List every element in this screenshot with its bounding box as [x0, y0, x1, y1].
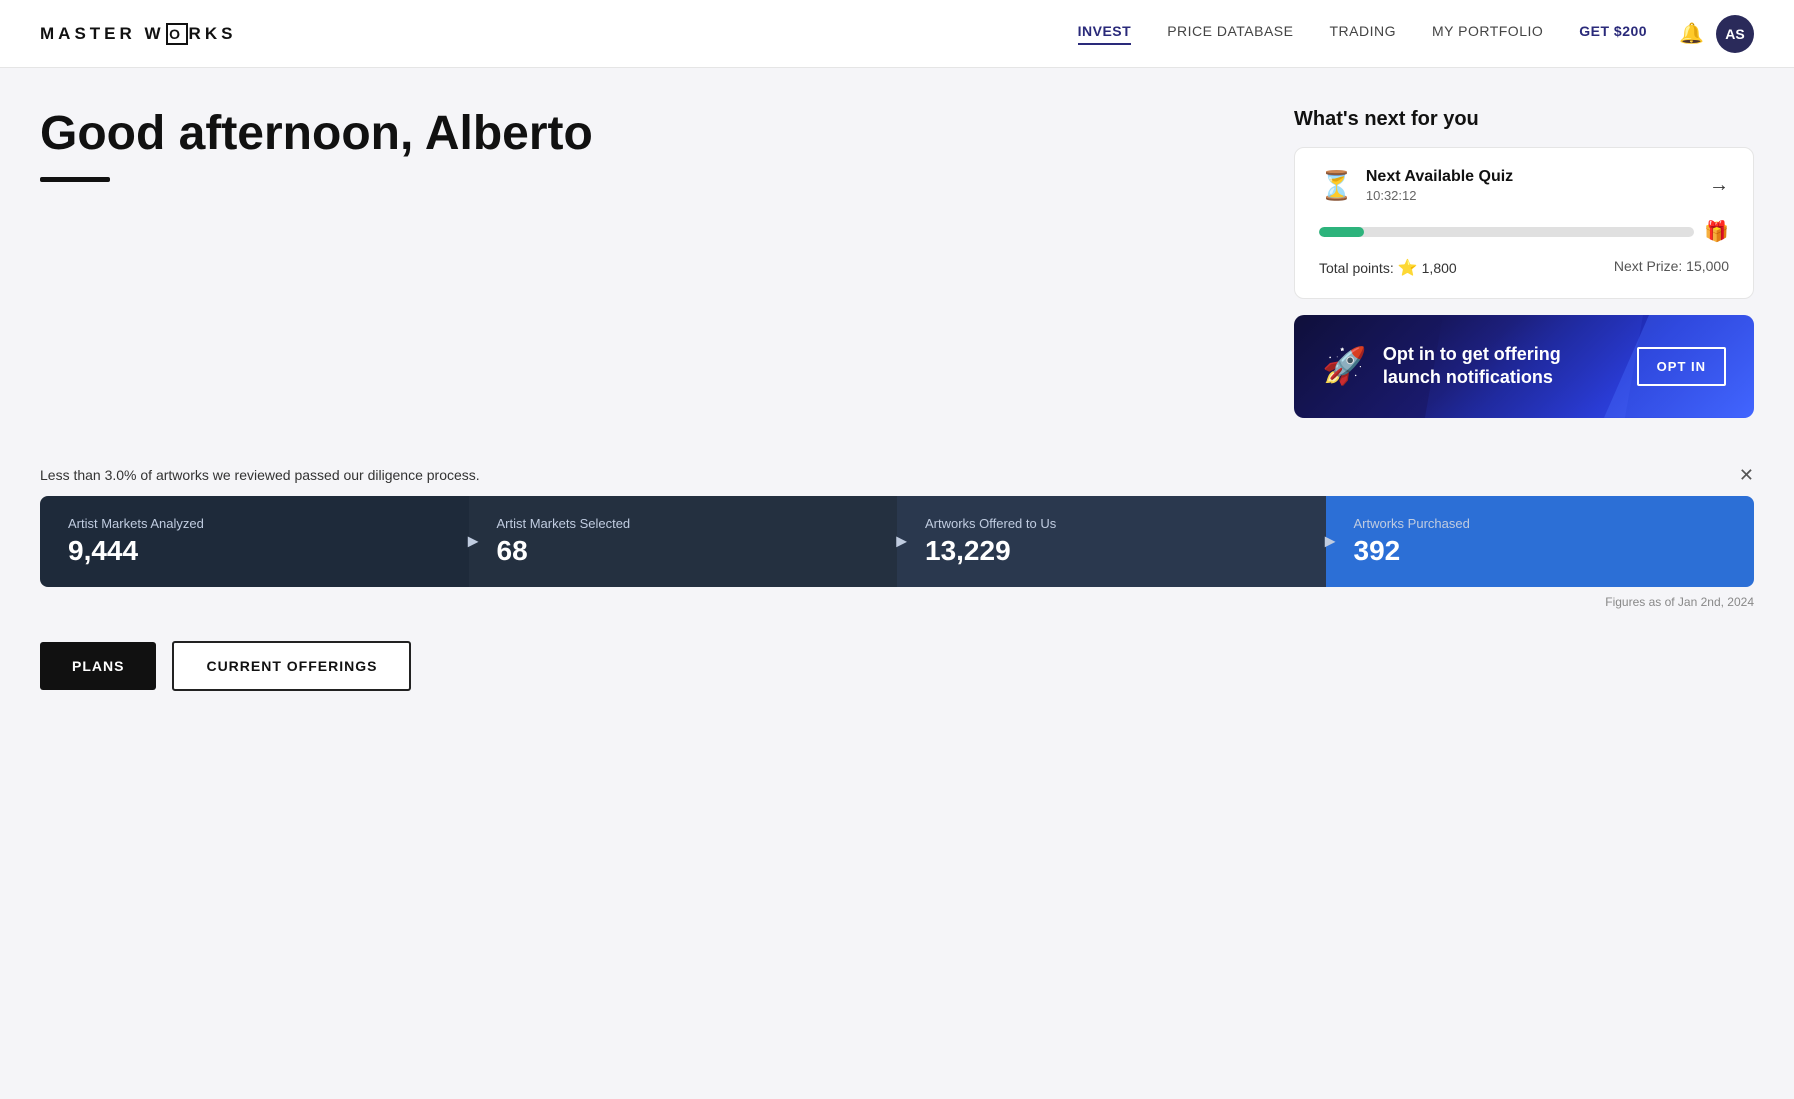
logo[interactable]: MASTER WORKS — [40, 23, 236, 45]
main-content: Good afternoon, Alberto What's next for … — [0, 68, 1794, 418]
nav-invest[interactable]: INVEST — [1078, 23, 1132, 45]
quiz-card: ⏳ Next Available Quiz 10:32:12 → 🎁 Total… — [1294, 147, 1754, 299]
stat-value-2: 13,229 — [925, 535, 1298, 567]
plans-button[interactable]: PLANS — [40, 642, 156, 690]
header-icons: 🔔 AS — [1679, 15, 1754, 53]
star-icon: ⭐ — [1398, 258, 1418, 278]
header: MASTER WORKS INVEST PRICE DATABASE TRADI… — [0, 0, 1794, 68]
stat-block-3: Artworks Purchased 392 — [1326, 496, 1755, 587]
stat-label-3: Artworks Purchased — [1354, 516, 1727, 531]
quiz-points: Total points: ⭐ 1,800 Next Prize: 15,000 — [1319, 258, 1729, 278]
stats-section: Less than 3.0% of artworks we reviewed p… — [0, 466, 1794, 587]
total-points-value: 1,800 — [1422, 260, 1457, 276]
stats-grid: Artist Markets Analyzed 9,444 ▶ Artist M… — [40, 496, 1754, 587]
opt-in-button[interactable]: OPT IN — [1637, 347, 1726, 386]
gift-icon: 🎁 — [1704, 219, 1729, 244]
stat-block-1: Artist Markets Selected 68 ▶ — [469, 496, 898, 587]
quiz-details: Next Available Quiz 10:32:12 — [1366, 168, 1513, 203]
nav-get200[interactable]: GET $200 — [1579, 23, 1647, 45]
stats-banner-text: Less than 3.0% of artworks we reviewed p… — [40, 467, 480, 483]
stat-block-0: Artist Markets Analyzed 9,444 ▶ — [40, 496, 469, 587]
nav: INVEST PRICE DATABASE TRADING MY PORTFOL… — [1078, 23, 1647, 45]
opt-in-message: Opt in to get offering launch notificati… — [1383, 343, 1621, 390]
nav-trading[interactable]: TRADING — [1329, 23, 1396, 45]
quiz-info: ⏳ Next Available Quiz 10:32:12 — [1319, 168, 1513, 203]
opt-in-card: 🚀 Opt in to get offering launch notifica… — [1294, 315, 1754, 418]
stat-arrow-2: ▶ — [1325, 533, 1336, 550]
greeting-underline — [40, 177, 110, 182]
greeting: Good afternoon, Alberto — [40, 108, 1254, 161]
current-offerings-button[interactable]: CURRENT OFFERINGS — [172, 641, 411, 691]
stat-value-3: 392 — [1354, 535, 1727, 567]
points-left: Total points: ⭐ 1,800 — [1319, 258, 1457, 278]
quiz-title: Next Available Quiz — [1366, 168, 1513, 186]
stats-close-button[interactable]: ✕ — [1739, 466, 1754, 484]
logo-box: O — [166, 23, 188, 45]
right-panel: What's next for you ⏳ Next Available Qui… — [1294, 108, 1754, 418]
quiz-header: ⏳ Next Available Quiz 10:32:12 → — [1319, 168, 1729, 203]
stat-value-1: 68 — [497, 535, 870, 567]
quiz-time: 10:32:12 — [1366, 188, 1513, 203]
nav-my-portfolio[interactable]: MY PORTFOLIO — [1432, 23, 1543, 45]
bottom-buttons: PLANS CURRENT OFFERINGS — [0, 609, 1794, 723]
figures-note: Figures as of Jan 2nd, 2024 — [0, 595, 1794, 609]
hourglass-icon: ⏳ — [1319, 169, 1354, 202]
progress-bar-fill — [1319, 227, 1364, 237]
quiz-arrow-icon[interactable]: → — [1709, 174, 1729, 197]
left-panel: Good afternoon, Alberto — [40, 108, 1254, 418]
stat-block-2: Artworks Offered to Us 13,229 ▶ — [897, 496, 1326, 587]
next-prize: Next Prize: 15,000 — [1614, 258, 1729, 278]
avatar[interactable]: AS — [1716, 15, 1754, 53]
nav-price-database[interactable]: PRICE DATABASE — [1167, 23, 1293, 45]
whats-next-title: What's next for you — [1294, 108, 1754, 131]
rocket-icon: 🚀 — [1322, 345, 1367, 387]
stat-arrow-1: ▶ — [896, 533, 907, 550]
stat-value-0: 9,444 — [68, 535, 441, 567]
stat-label-1: Artist Markets Selected — [497, 516, 870, 531]
progress-bar-bg — [1319, 227, 1694, 237]
stat-label-0: Artist Markets Analyzed — [68, 516, 441, 531]
total-points-label: Total points: — [1319, 260, 1394, 276]
opt-in-text: Opt in to get offering launch notificati… — [1383, 343, 1621, 390]
stat-arrow-0: ▶ — [468, 533, 479, 550]
bell-icon[interactable]: 🔔 — [1679, 21, 1704, 46]
progress-bar-container: 🎁 — [1319, 219, 1729, 244]
stat-label-2: Artworks Offered to Us — [925, 516, 1298, 531]
stats-banner: Less than 3.0% of artworks we reviewed p… — [40, 466, 1754, 484]
